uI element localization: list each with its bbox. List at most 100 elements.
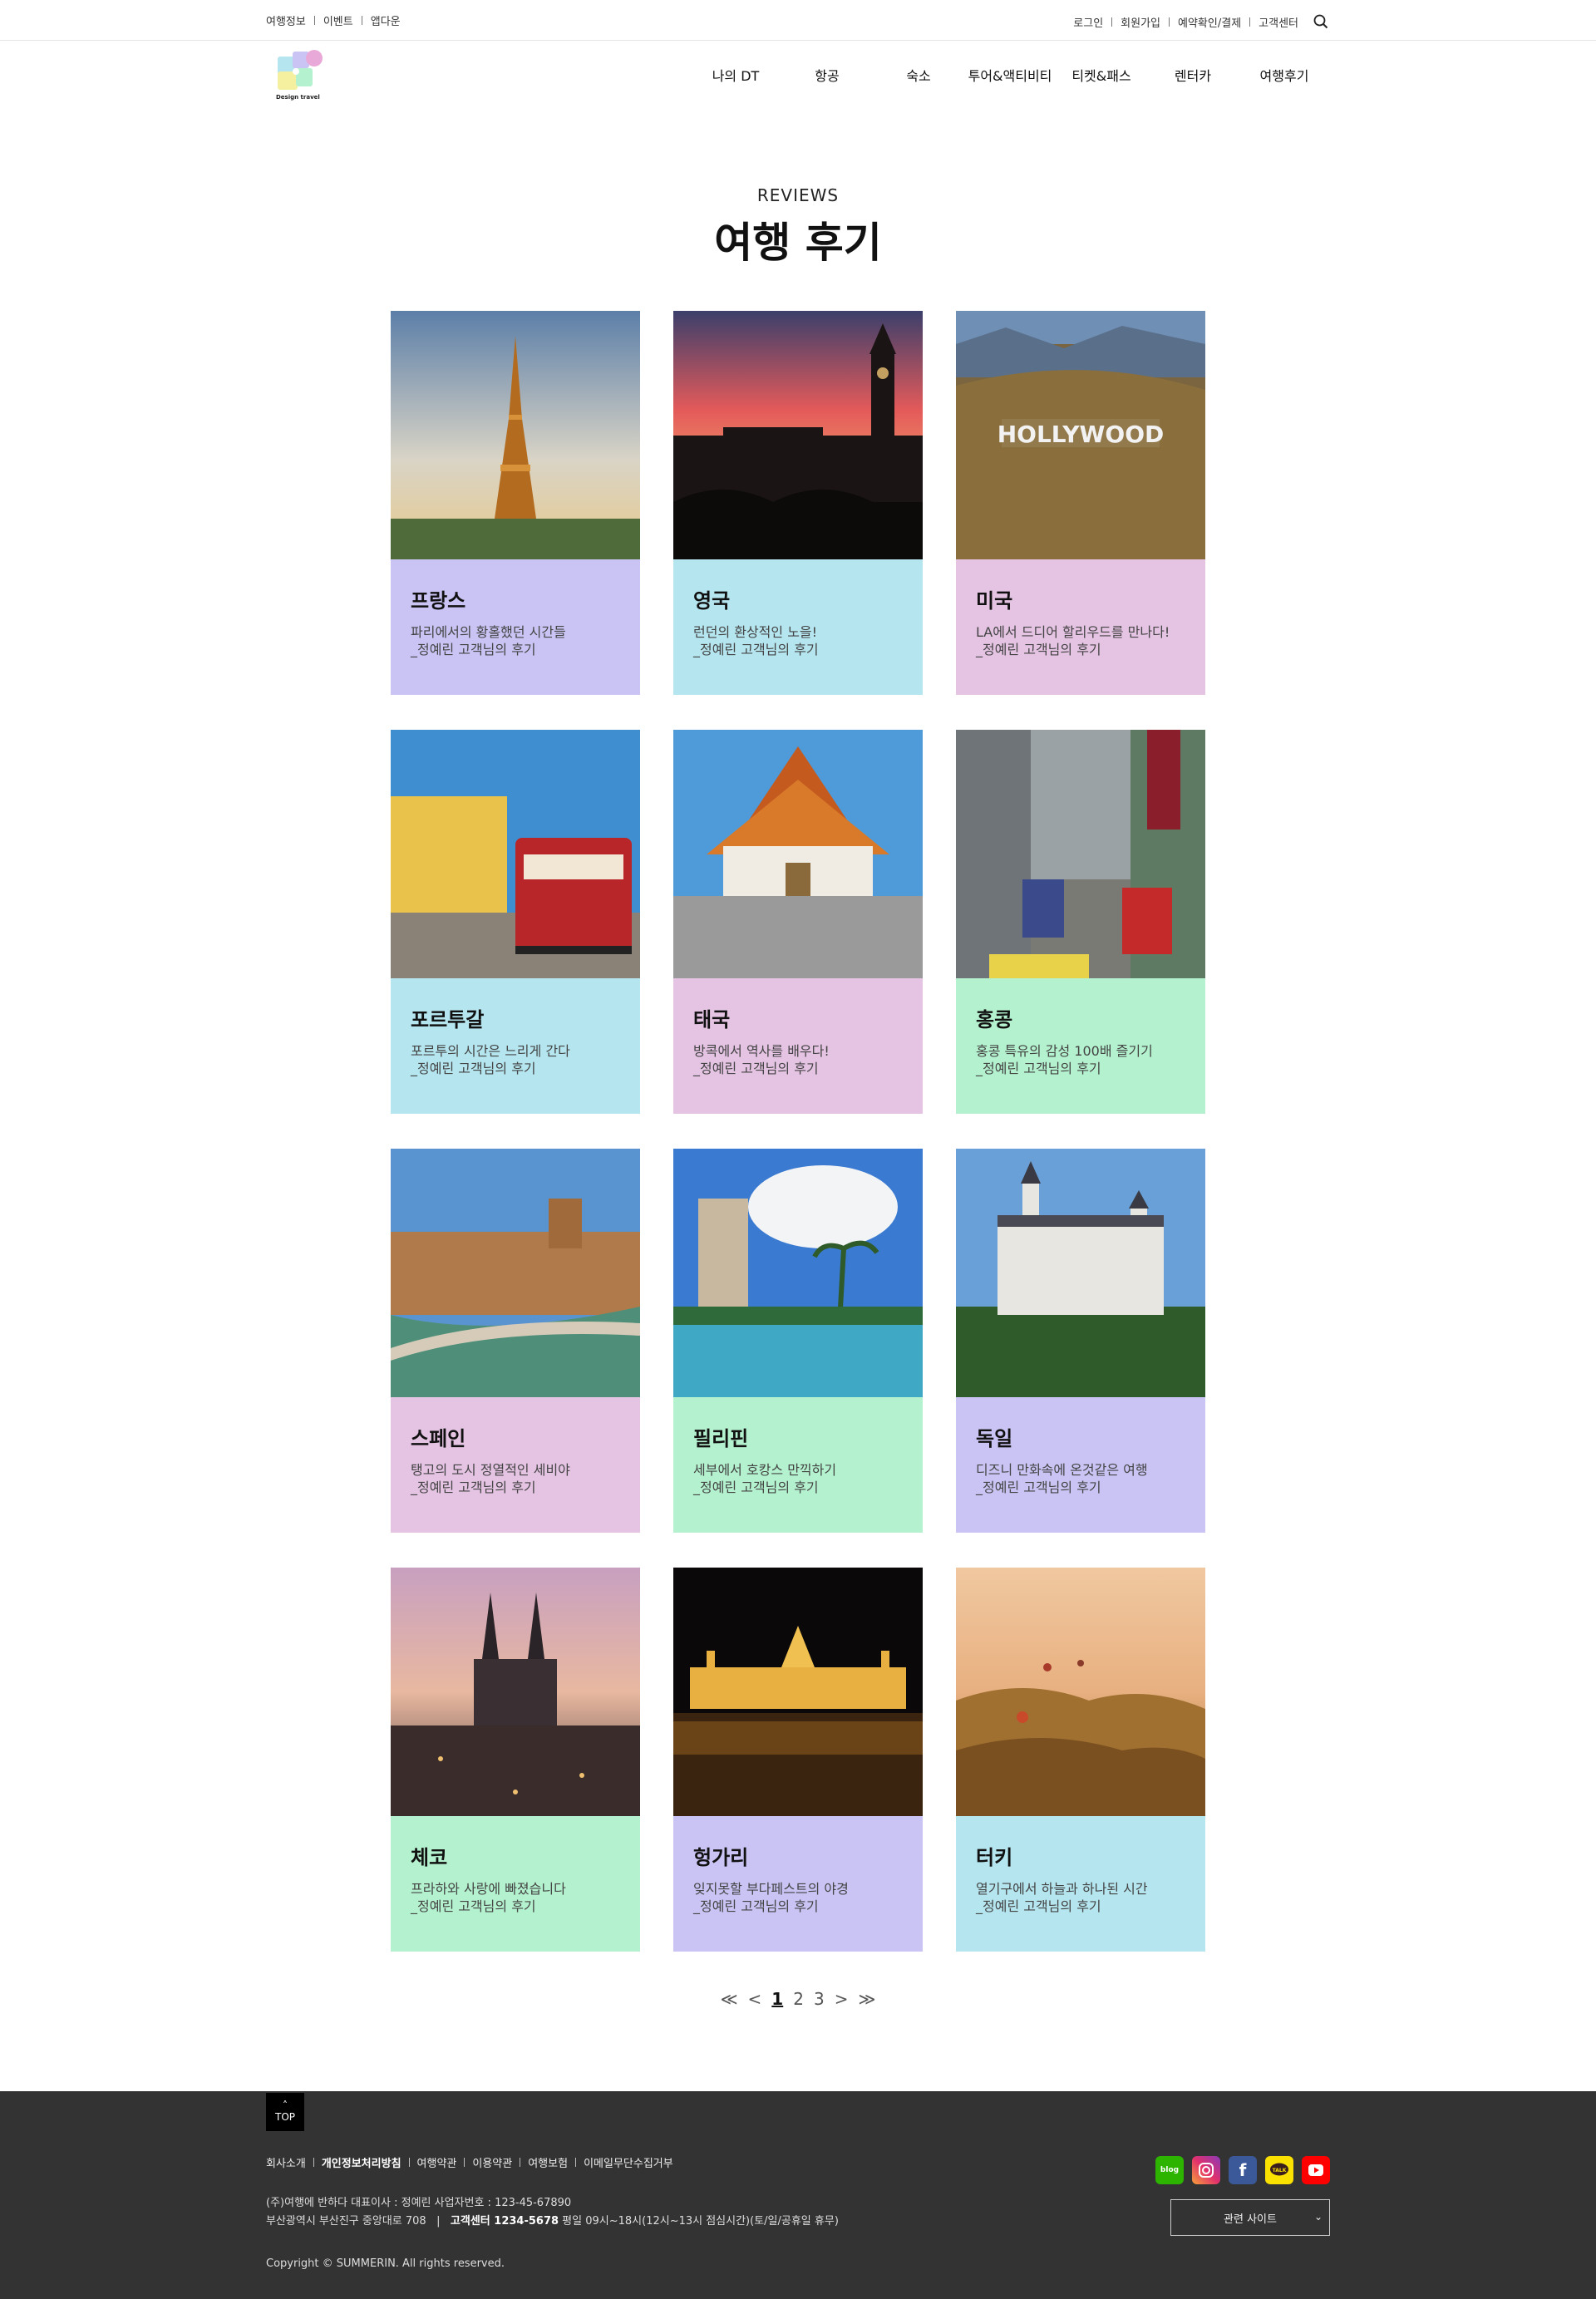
last-page-button[interactable]: ≫ (858, 1989, 875, 2009)
facebook-icon[interactable]: f (1229, 2156, 1257, 2184)
card-country: 홍콩 (976, 1008, 1013, 1031)
logo[interactable]: Design travel (274, 47, 328, 105)
company-contact-line: 부산광역시 부산진구 중앙대로 708 | 고객센터 1234-5678 평일 … (266, 2213, 839, 2231)
review-card[interactable]: 프랑스 파리에서의 황홀했던 시간들 _정예린 고객님의 후기 (391, 311, 640, 695)
nav-reviews[interactable]: 여행후기 (1239, 65, 1330, 85)
kakaotalk-icon[interactable]: TALK (1265, 2156, 1293, 2184)
card-body: 헝가리 잊지못할 부다페스트의 야경 _정예린 고객님의 후기 (673, 1816, 923, 1952)
footer-link-travel-terms[interactable]: 여행약관 (417, 2154, 457, 2170)
review-grid: 프랑스 파리에서의 황홀했던 시간들 _정예린 고객님의 후기 영국 런던의 환… (391, 311, 1205, 1952)
util-link-travel-info[interactable]: 여행정보 (266, 12, 306, 28)
family-site-select[interactable]: 관련 사이트 ⌄ (1170, 2199, 1330, 2236)
card-body: 포르투갈 포르투의 시간은 느리게 간다 _정예린 고객님의 후기 (391, 978, 640, 1114)
scroll-top-button[interactable]: ˄ TOP (266, 2093, 304, 2131)
bangkok-temple-image (673, 730, 923, 978)
review-card[interactable]: HOLLYWOOD 미국 LA에서 드디어 할리우드를 만나다! _정예린 고객… (956, 311, 1205, 695)
budapest-parliament-image (673, 1568, 923, 1816)
review-card[interactable]: 터키 열기구에서 하늘과 하나된 시간 _정예린 고객님의 후기 (956, 1568, 1205, 1952)
svg-text:HOLLYWOOD: HOLLYWOOD (998, 421, 1165, 448)
nav-accommodation[interactable]: 숙소 (873, 65, 964, 85)
review-card[interactable]: 영국 런던의 환상적인 노을! _정예린 고객님의 후기 (673, 311, 923, 695)
divider (313, 2158, 314, 2167)
card-author: _정예린 고객님의 후기 (976, 642, 1101, 657)
card-description: 방콕에서 역사를 배우다! (693, 1043, 830, 1059)
card-author: _정예린 고객님의 후기 (976, 1061, 1101, 1076)
next-page-button[interactable]: > (835, 1989, 849, 2009)
lisbon-tram-image (391, 730, 640, 978)
footer-link-privacy[interactable]: 개인정보처리방침 (322, 2154, 401, 2170)
review-card[interactable]: 스페인 탱고의 도시 정열적인 세비야 _정예린 고객님의 후기 (391, 1149, 640, 1533)
card-country: 헝가리 (693, 1846, 749, 1869)
util-link-event[interactable]: 이벤트 (323, 12, 353, 28)
card-body: 스페인 탱고의 도시 정열적인 세비야 _정예린 고객님의 후기 (391, 1397, 640, 1533)
nav-rentacar[interactable]: 렌터카 (1147, 65, 1239, 85)
review-card[interactable]: 홍콩 홍콩 특유의 감성 100배 즐기기 _정예린 고객님의 후기 (956, 730, 1205, 1114)
login-link[interactable]: 로그인 (1073, 14, 1103, 30)
footer-link-company[interactable]: 회사소개 (266, 2154, 306, 2170)
review-card[interactable]: 태국 방콕에서 역사를 배우다! _정예린 고객님의 후기 (673, 730, 923, 1114)
card-country: 포르투갈 (411, 1008, 485, 1031)
card-author: _정예린 고객님의 후기 (411, 1479, 536, 1495)
card-country: 터키 (976, 1846, 1013, 1869)
nav-flight[interactable]: 항공 (781, 65, 873, 85)
card-country: 스페인 (411, 1427, 466, 1450)
card-description: 프라하와 사랑에 빠졌습니다 (411, 1881, 566, 1897)
card-author: _정예린 고객님의 후기 (976, 1479, 1101, 1495)
card-country: 독일 (976, 1427, 1013, 1450)
instagram-icon[interactable] (1192, 2156, 1220, 2184)
card-description: 포르투의 시간은 느리게 간다 (411, 1043, 570, 1059)
eiffel-tower-image (391, 311, 640, 559)
page-3-button[interactable]: 3 (814, 1989, 825, 2009)
card-author: _정예린 고객님의 후기 (693, 1898, 819, 1914)
plaza-de-espana-image (391, 1149, 640, 1397)
company-address: 부산광역시 부산진구 중앙대로 708 (266, 2215, 426, 2228)
card-body: 태국 방콕에서 역사를 배우다! _정예린 고객님의 후기 (673, 978, 923, 1114)
logo-text: Design travel (276, 94, 320, 101)
divider: | (429, 2215, 447, 2228)
card-author: _정예린 고객님의 후기 (693, 1061, 819, 1076)
search-icon[interactable] (1312, 12, 1330, 31)
page-title: 여행 후기 (714, 219, 882, 267)
nav-my-dt[interactable]: 나의 DT (690, 65, 781, 85)
review-card[interactable]: 독일 디즈니 만화속에 온것같은 여행 _정예린 고객님의 후기 (956, 1149, 1205, 1533)
util-link-app-download[interactable]: 앱다운 (371, 12, 401, 28)
page-1-button[interactable]: 1 (771, 1989, 783, 2009)
card-body: 터키 열기구에서 하늘과 하나된 시간 _정예린 고객님의 후기 (956, 1816, 1205, 1952)
footer-links: 회사소개 개인정보처리방침 여행약관 이용약관 여행보험 이메일무단수집거부 (266, 2154, 673, 2170)
chevron-up-icon: ˄ (283, 2100, 288, 2111)
page-2-button[interactable]: 2 (793, 1989, 804, 2009)
utility-bar: 여행정보 이벤트 앱다운 로그인 회원가입 예약확인/결제 고객센터 (0, 0, 1596, 41)
reservation-link[interactable]: 예약확인/결제 (1178, 14, 1241, 30)
divider (408, 2158, 410, 2167)
card-author: _정예린 고객님의 후기 (976, 1898, 1101, 1914)
customer-center-link[interactable]: 고객센터 (1259, 14, 1298, 30)
card-country: 프랑스 (411, 589, 466, 613)
chevron-down-icon: ⌄ (1313, 2211, 1323, 2223)
first-page-button[interactable]: ≪ (721, 1989, 738, 2009)
hollywood-sign-image: HOLLYWOOD (956, 311, 1205, 559)
footer-link-email-refusal[interactable]: 이메일무단수집거부 (584, 2154, 673, 2170)
hongkong-street-image (956, 730, 1205, 978)
prev-page-button[interactable]: < (748, 1989, 762, 2009)
nav-tour-activity[interactable]: 투어&액티비티 (964, 65, 1056, 85)
blog-icon[interactable]: blog (1155, 2156, 1184, 2184)
review-card[interactable]: 헝가리 잊지못할 부다페스트의 야경 _정예린 고객님의 후기 (673, 1568, 923, 1952)
nav-ticket-pass[interactable]: 티켓&패스 (1056, 65, 1147, 85)
signup-link[interactable]: 회원가입 (1121, 14, 1160, 30)
review-card[interactable]: 체코 프라하와 사랑에 빠졌습니다 _정예린 고객님의 후기 (391, 1568, 640, 1952)
card-author: _정예린 고객님의 후기 (411, 1898, 536, 1914)
card-description: 파리에서의 황홀했던 시간들 (411, 624, 566, 640)
review-card[interactable]: 필리핀 세부에서 호캉스 만끽하기 _정예린 고객님의 후기 (673, 1149, 923, 1533)
card-description: 디즈니 만화속에 온것같은 여행 (976, 1462, 1148, 1478)
global-nav: 나의 DT 항공 숙소 투어&액티비티 티켓&패스 렌터카 여행후기 (690, 65, 1330, 85)
review-card[interactable]: 포르투갈 포르투의 시간은 느리게 간다 _정예린 고객님의 후기 (391, 730, 640, 1114)
card-author: _정예린 고객님의 후기 (693, 1479, 819, 1495)
footer-link-terms[interactable]: 이용약관 (472, 2154, 512, 2170)
card-author: _정예린 고객님의 후기 (411, 642, 536, 657)
divider (464, 2158, 466, 2167)
footer-link-insurance[interactable]: 여행보험 (528, 2154, 568, 2170)
neuschwanstein-image (956, 1149, 1205, 1397)
card-body: 독일 디즈니 만화속에 온것같은 여행 _정예린 고객님의 후기 (956, 1397, 1205, 1533)
card-country: 태국 (693, 1008, 731, 1031)
youtube-icon[interactable] (1302, 2156, 1330, 2184)
